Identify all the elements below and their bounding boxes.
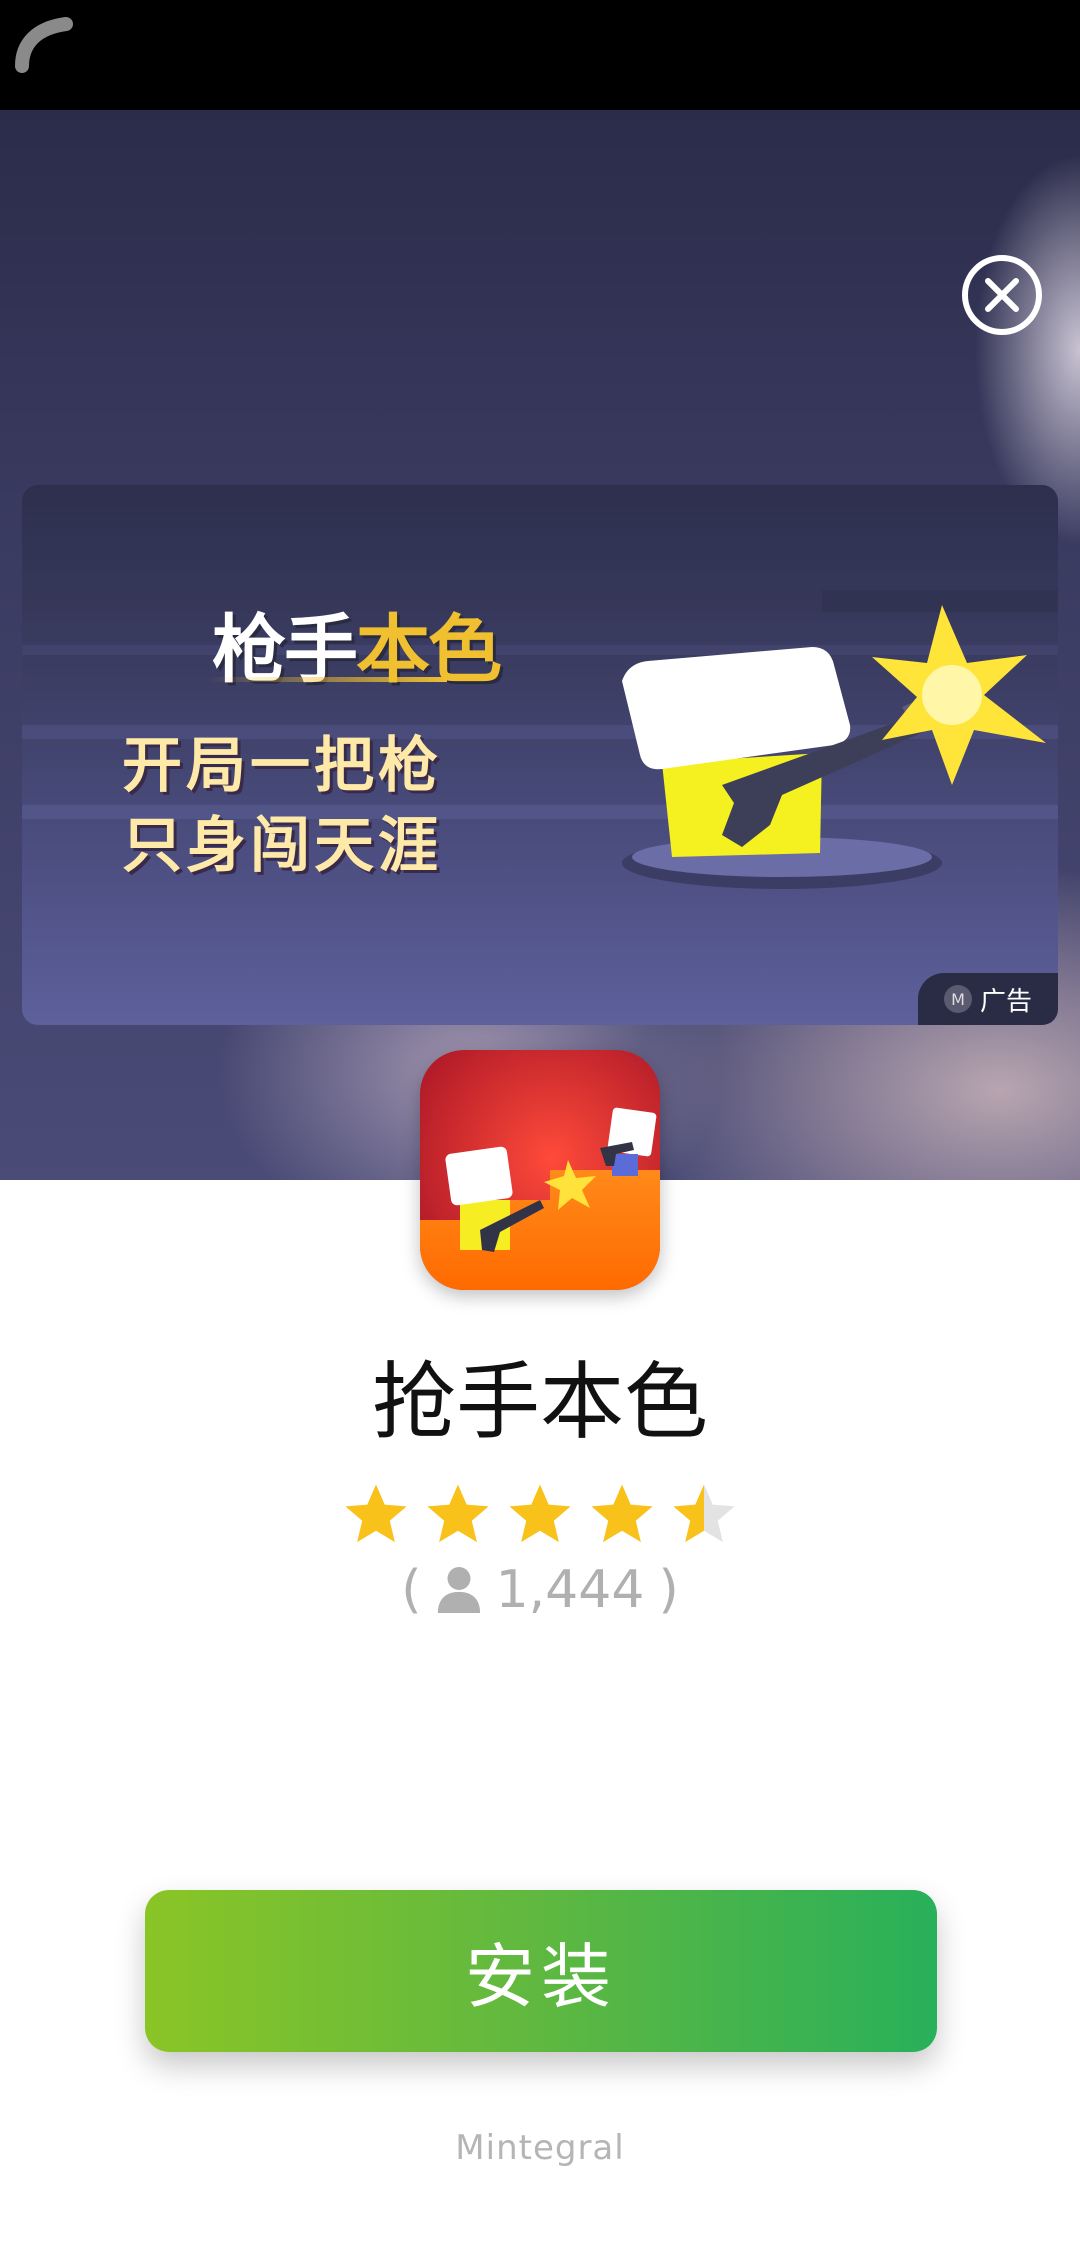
arc-spinner-icon: [15, 17, 73, 73]
star-icon: [591, 1484, 653, 1543]
app-icon[interactable]: [420, 1050, 660, 1290]
ad-hero: 枪手本色 开局一把枪 只身闯天涯 M 广告: [0, 110, 1080, 1180]
star-icon: [345, 1484, 407, 1543]
close-icon[interactable]: [960, 253, 1044, 337]
rating-paren-close: ): [658, 1560, 679, 1620]
rating-count-value: 1,444: [495, 1560, 645, 1620]
app-title: 抢手本色: [371, 1353, 708, 1451]
star-icon: [427, 1484, 489, 1543]
star-icon: [509, 1484, 571, 1543]
status-bar: [0, 0, 1080, 110]
ad-badge-label: 广告: [979, 986, 1032, 1017]
banner-slogan-line2: 只身闯天涯: [122, 811, 442, 881]
rating-count: ( 1,444 ): [0, 1560, 1080, 1620]
ad-badge: M 广告: [918, 973, 1058, 1025]
user-icon: [437, 1567, 480, 1613]
half-star-icon: [673, 1484, 735, 1543]
banner-slogan-line1: 开局一把枪: [122, 731, 442, 801]
footer-brand-logo: Mintegral: [455, 2128, 625, 2168]
rating-paren-open: (: [401, 1560, 422, 1620]
ad-banner[interactable]: 枪手本色 开局一把枪 只身闯天涯 M 广告: [22, 485, 1058, 1025]
ad-provider-icon: M: [943, 985, 972, 1013]
star-rating: [340, 1480, 740, 1560]
install-button[interactable]: 安装: [145, 1890, 937, 2052]
banner-logo-underline: [207, 677, 447, 682]
